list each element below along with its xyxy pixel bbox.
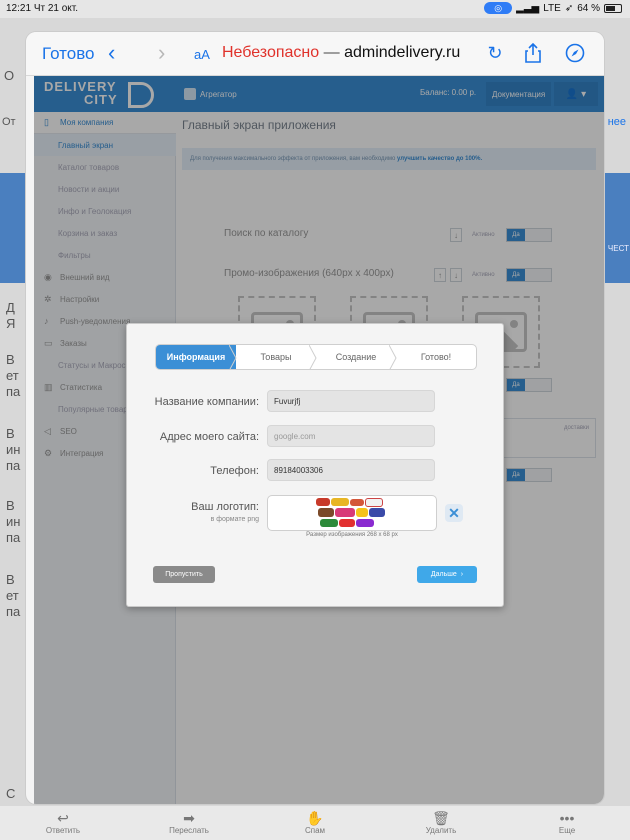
setup-wizard-modal: Информация Товары Создание Готово! Название… (126, 323, 504, 607)
mail-edge-text: От (2, 116, 16, 128)
compass-icon[interactable] (564, 42, 586, 64)
thumbs-down-icon: ✋ (306, 810, 324, 826)
wizard-step-label: Готово! (420, 352, 452, 362)
logo-upload[interactable] (267, 495, 437, 531)
reply-icon: ↩ (57, 810, 69, 826)
mail-banner-right (604, 173, 630, 283)
signal-icon: ▂▃▅ (516, 2, 540, 14)
site-address-label: Адрес моего сайта: (159, 431, 259, 443)
reply-button[interactable]: ↩ Ответить (23, 811, 103, 835)
step-separator-icon (229, 345, 237, 369)
battery-icon (604, 3, 622, 13)
wizard-steps: Информация Товары Создание Готово! (155, 344, 477, 370)
wizard-step[interactable]: Создание (316, 345, 397, 369)
forward-icon: ➡ (183, 810, 195, 826)
phone-label: Телефон: (210, 465, 259, 477)
wizard-step[interactable]: Готово! (396, 345, 476, 369)
location-icon: ➶ (564, 2, 574, 14)
forward-nav-icon[interactable]: › (158, 40, 165, 66)
remove-logo-button[interactable]: ✕ (445, 504, 463, 522)
forward-button[interactable]: ➡ Переслать (149, 811, 229, 835)
close-icon: ✕ (448, 504, 460, 521)
logo-format-hint: в формате png (210, 516, 259, 523)
mail-toolbar: ↩ Ответить ➡ Переслать ✋ Спам 🗑 Удалить ••• Е… (0, 806, 630, 840)
battery-percent: 64 % (577, 2, 600, 14)
done-button[interactable]: Готово (42, 44, 95, 64)
spam-button[interactable]: ✋ Спам (275, 811, 355, 835)
share-icon[interactable] (522, 42, 544, 64)
insecure-label: Небезопасно (222, 44, 320, 61)
image-size-note: Размер изображения 268 x 68 px (306, 532, 398, 538)
uploaded-logo-image (316, 498, 386, 528)
wizard-step[interactable]: Товары (236, 345, 317, 369)
trash-icon: 🗑 (432, 810, 450, 826)
next-button[interactable]: Дальше › (417, 566, 477, 583)
company-name-label: Название компании: (154, 396, 259, 408)
mail-banner (0, 173, 28, 283)
url-host: admindelivery.ru (344, 44, 461, 61)
back-icon[interactable]: ‹ (108, 40, 115, 66)
wizard-step-label: Создание (335, 352, 377, 362)
phone-input[interactable]: 89184003306 (267, 459, 435, 481)
delete-button[interactable]: 🗑 Удалить (401, 811, 481, 835)
skip-button[interactable]: Пропустить (153, 566, 215, 583)
wizard-step-label: Информация (166, 352, 226, 362)
company-name-input[interactable]: Fuvurjfj (267, 390, 435, 412)
call-pill-icon[interactable]: ◎ (484, 2, 513, 14)
reader-options-button[interactable]: аА (194, 47, 210, 62)
chevron-right-icon: › (460, 571, 464, 578)
logo-label: Ваш логотип: (191, 501, 259, 513)
step-separator-icon (389, 345, 397, 369)
mail-edge-text: О (4, 68, 15, 83)
site-address-input[interactable]: google.com (267, 425, 435, 447)
network-label: LTE (543, 2, 561, 14)
step-separator-icon (309, 345, 317, 369)
more-icon: ••• (559, 810, 575, 826)
mail-edge-text-right: ЧЕСТ (607, 244, 629, 253)
reload-icon[interactable]: ↻ (484, 42, 506, 64)
browser-header: Готово ‹ › аА Небезопасно — admindeliver… (26, 32, 604, 76)
wizard-step[interactable]: Информация (156, 345, 237, 369)
url-bar[interactable]: Небезопасно — admindelivery.ru (222, 44, 460, 62)
mail-edge-text-right: нее (607, 116, 626, 128)
more-button[interactable]: ••• Еще (527, 811, 607, 835)
wizard-step-label: Товары (260, 352, 292, 362)
status-bar: 12:21 Чт 21 окт. ◎ ▂▃▅ LTE ➶ 64 % (0, 0, 630, 18)
status-time: 12:21 Чт 21 окт. (6, 3, 79, 14)
